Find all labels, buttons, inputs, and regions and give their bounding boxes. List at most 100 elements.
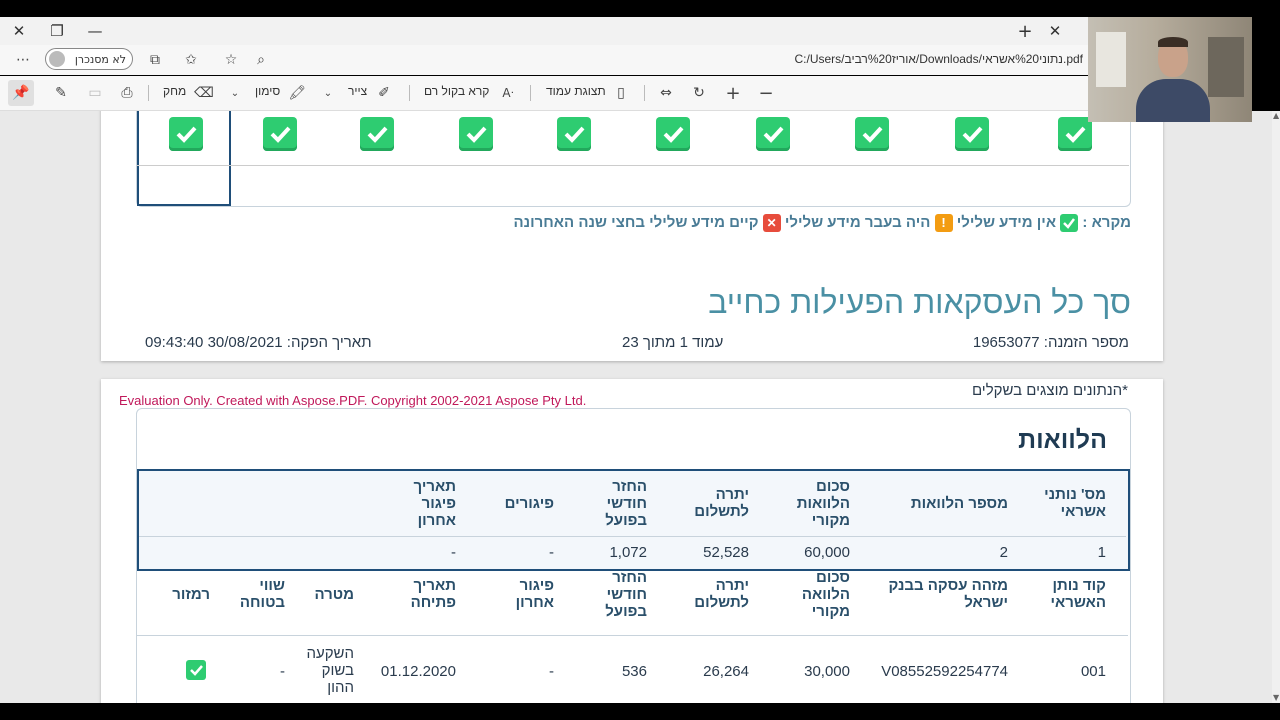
window-shape	[1096, 32, 1126, 87]
zoom-search-icon[interactable]: ⌕	[248, 47, 274, 73]
vertical-scrollbar[interactable]: ▲ ▼	[1272, 111, 1280, 703]
eraser-icon[interactable]: ⌫	[191, 80, 217, 106]
page-info: עמוד 1 מתוך 23	[622, 334, 724, 351]
header-last-arrears: פיגור אחרון	[515, 577, 554, 611]
header-last-arrears-date: תאריך פיגור אחרון	[413, 478, 456, 529]
check-icon	[186, 660, 206, 680]
shelf-shape	[1208, 37, 1244, 97]
close-tab-icon[interactable]: ✕	[1036, 17, 1074, 45]
close-window-icon[interactable]: ✕	[0, 17, 38, 45]
chevron-down-icon[interactable]: ⌄	[315, 80, 341, 106]
scroll-up-icon[interactable]: ▲	[1273, 111, 1279, 121]
profile-label: לא מסנכרן	[74, 52, 126, 66]
draw-button[interactable]: צייר	[348, 84, 367, 98]
toolbar-divider	[409, 85, 410, 101]
summary-monthly-payment: 1,072	[609, 544, 647, 561]
check-icon	[955, 117, 989, 151]
header-creditors-count: מס' נותני אשראי	[1044, 486, 1106, 520]
row-monthly-payment: 536	[621, 663, 647, 680]
row-divider	[137, 635, 1128, 636]
header-balance: יתרה לתשלום	[694, 486, 749, 520]
row-purpose: השקעה בשוק ההון	[306, 645, 354, 696]
pdf-page-1: מקרא : אין מידע שלילי ! היה בעבר מידע של…	[101, 111, 1163, 361]
row-transaction-id: V08552592254774	[881, 663, 1008, 680]
row-last-arrears: -	[549, 663, 554, 680]
header-monthly-payment: החזר חודשי בפועל	[605, 478, 647, 529]
person-hair	[1158, 37, 1188, 47]
avatar	[49, 51, 65, 67]
row-creditor-code: 001	[1080, 663, 1106, 680]
check-icon	[756, 117, 790, 151]
header-collateral-value: שווי בטוחה	[239, 577, 285, 611]
row-divider	[137, 165, 227, 166]
screen-top-border	[0, 0, 1280, 17]
save-icon[interactable]: ▭	[82, 80, 108, 106]
header-creditor-code: קוד נותן האשראי	[1050, 577, 1106, 611]
rotate-icon[interactable]: ↻	[686, 80, 712, 106]
add-favorite-icon[interactable]: ☆	[218, 47, 244, 73]
pdf-viewer[interactable]: מקרא : אין מידע שלילי ! היה בעבר מידע של…	[0, 111, 1272, 703]
row-balance: 26,264	[703, 663, 749, 680]
check-icon	[656, 117, 690, 151]
read-aloud-button[interactable]: קרא בקול רם	[424, 84, 489, 98]
favorites-icon[interactable]: ✩	[178, 47, 204, 73]
row-loan-amount: 30,000	[804, 663, 850, 680]
issue-date: תאריך הפקה: 30/08/2021 09:43:40	[145, 334, 372, 351]
order-number: מספר הזמנה: 19653077	[972, 334, 1129, 351]
read-aloud-icon[interactable]: Aᐧ	[495, 80, 521, 106]
fit-width-icon[interactable]: ⇔	[653, 80, 679, 106]
summary-loans-count: 2	[999, 544, 1008, 561]
pdf-toolbar: 📌 ✎ ▭ ⎙ מחק ⌫ ⌄ סימון 🖍 ⌄ צייר ✐ קרא בקו…	[0, 76, 1088, 111]
header-loans-count: מספר הלוואות	[910, 495, 1008, 512]
chevron-down-icon[interactable]: ⌄	[222, 80, 248, 106]
legend-no-negative: אין מידע שלילי	[956, 214, 1057, 231]
highlight-button[interactable]: סימון	[255, 84, 280, 98]
page-view-icon[interactable]: ▯	[608, 80, 634, 106]
scroll-down-icon[interactable]: ▼	[1273, 693, 1279, 703]
collections-icon[interactable]: ⧉	[142, 47, 168, 73]
toolbar-divider	[644, 85, 645, 101]
edit-icon[interactable]: ✎	[48, 80, 74, 106]
row-opening-date: 01.12.2020	[380, 663, 456, 680]
section-title: הלוואות	[1018, 426, 1107, 454]
header-arrears: פיגורים	[504, 495, 554, 512]
header-traffic-light: רמזור	[172, 586, 210, 603]
legend-recent-negative: קיים מידע שלילי בחצי שנה האחרונה	[513, 214, 759, 231]
zoom-in-icon[interactable]: +	[720, 80, 746, 106]
page-view-button[interactable]: תצוגת עמוד	[546, 84, 606, 98]
minimize-window-icon[interactable]: —	[76, 17, 114, 45]
pin-icon[interactable]: 📌	[8, 80, 34, 106]
print-icon[interactable]: ⎙	[114, 80, 140, 106]
currency-note: *הנתונים מוצגים בשקלים	[971, 382, 1128, 399]
toolbar-divider	[148, 85, 149, 101]
check-icon	[459, 117, 493, 151]
legend: מקרא : אין מידע שלילי ! היה בעבר מידע של…	[513, 214, 1131, 233]
summary-creditors-count: 1	[1097, 544, 1106, 561]
summary-arrears: -	[549, 544, 554, 561]
header-detail-balance: יתרה לתשלום	[694, 577, 749, 611]
browser-titlebar: ✕ ❐ — + ✕	[0, 17, 1088, 45]
row-divider	[227, 165, 1129, 166]
more-options-icon[interactable]: ⋯	[10, 47, 36, 73]
check-icon	[1058, 117, 1092, 151]
page-title: סך כל העסקאות הפעילות כחייב	[708, 284, 1131, 320]
header-original-amount: סכום הלוואות מקורי	[796, 478, 850, 529]
url-field[interactable]: C:/Users/אוריז%20רביב/Downloads/נתוני%20…	[795, 52, 1084, 66]
pen-icon[interactable]: ✐	[371, 80, 397, 106]
legend-prefix: מקרא :	[1082, 214, 1131, 231]
address-bar: ⋯ לא מסנכרן ⧉ ✩ ☆ ⌕ C:/Users/אוריז%20רבי…	[0, 45, 1088, 75]
person-shirt	[1136, 79, 1210, 122]
check-icon	[1060, 214, 1079, 233]
restore-window-icon[interactable]: ❐	[38, 17, 76, 45]
header-loan-amount: סכום הלוואה מקורי	[801, 569, 850, 620]
highlighter-icon[interactable]: 🖍	[284, 80, 310, 106]
header-opening-date: תאריך פתיחה	[410, 577, 456, 611]
error-icon: ✕	[762, 214, 781, 233]
screen-bottom-border	[0, 703, 1280, 720]
profile-button[interactable]: לא מסנכרן	[45, 48, 133, 70]
zoom-out-icon[interactable]: −	[753, 80, 779, 106]
pdf-page-2: *הנתונים מוצגים בשקלים Evaluation Only. …	[101, 379, 1163, 703]
legend-past-negative: היה בעבר מידע שלילי	[784, 214, 931, 231]
check-icon	[263, 117, 297, 151]
erase-button[interactable]: מחק	[163, 84, 186, 98]
